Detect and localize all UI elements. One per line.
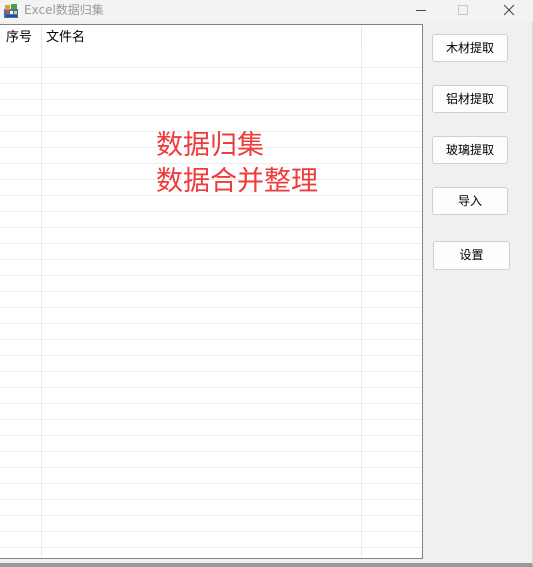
window-title: Excel数据归集	[24, 3, 104, 17]
close-icon	[503, 4, 515, 16]
maximize-button[interactable]	[441, 0, 485, 22]
minimize-button[interactable]	[399, 0, 443, 22]
list-row-grid	[0, 67, 422, 548]
settings-button[interactable]: 设置	[433, 241, 510, 270]
column-separator[interactable]	[41, 27, 42, 49]
column-header-filename[interactable]: 文件名	[46, 25, 358, 51]
column-grid-line	[41, 51, 42, 558]
list-header: 序号 文件名	[0, 25, 422, 51]
file-list-view[interactable]: 序号 文件名 数据归集 数据合并整理	[0, 24, 423, 559]
aluminum-extract-button[interactable]: 铝材提取	[432, 85, 508, 113]
excel-app-icon	[3, 3, 19, 19]
maximize-icon	[458, 5, 468, 15]
minimize-icon	[416, 10, 426, 11]
glass-extract-button[interactable]: 玻璃提取	[432, 136, 508, 164]
column-header-index[interactable]: 序号	[6, 25, 39, 51]
import-button[interactable]: 导入	[432, 187, 508, 215]
overlay-subtitle: 数据合并整理	[156, 166, 318, 197]
main-window: Excel数据归集 序号 文件名 数据归集 数据合并整理 木材提取 铝材提取 玻…	[0, 0, 533, 567]
title-bar[interactable]: Excel数据归集	[0, 0, 533, 22]
close-button[interactable]	[487, 0, 531, 22]
column-grid-line	[361, 51, 362, 558]
wood-extract-button[interactable]: 木材提取	[432, 34, 508, 62]
overlay-title: 数据归集	[156, 130, 264, 161]
column-separator[interactable]	[361, 27, 362, 49]
